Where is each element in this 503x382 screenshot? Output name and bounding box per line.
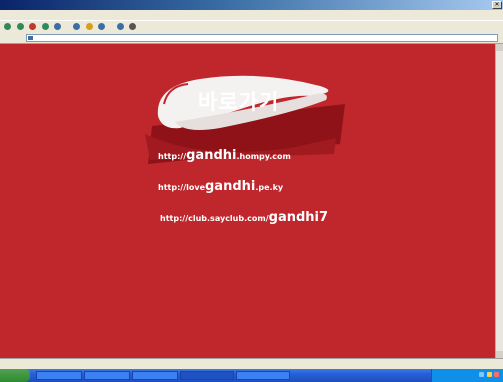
- url-prefix: http://love: [158, 183, 205, 192]
- start-button[interactable]: [0, 369, 30, 382]
- love-link[interactable]: http://lovegandhi.pe.ky: [158, 179, 284, 194]
- status-bar: [0, 358, 503, 369]
- page-content: 바로가기 http://gandhi.hompy.com http://love…: [0, 44, 495, 358]
- window-title-bar: ✕: [0, 0, 503, 10]
- address-bar: [0, 33, 503, 44]
- logo-banner: 바로가기: [140, 64, 355, 164]
- browser-screen: ✕ 바로가기 http://gandhi.hompy.com http://lo…: [0, 0, 503, 382]
- link-block-love: http://lovegandhi.pe.ky: [158, 179, 284, 194]
- mail-icon[interactable]: [116, 23, 124, 30]
- system-tray: [431, 369, 503, 382]
- search-icon[interactable]: [72, 23, 80, 30]
- url-prefix: http://: [158, 152, 187, 161]
- link-block-club: http://club.sayclub.com/gandhi7: [160, 210, 329, 225]
- forward-icon[interactable]: [16, 23, 24, 30]
- menu-bar: [0, 10, 503, 20]
- close-window-button[interactable]: ✕: [492, 1, 502, 9]
- print-icon[interactable]: [129, 23, 137, 30]
- url-prefix: http://club.sayclub.com/: [160, 214, 269, 223]
- back-icon[interactable]: [4, 23, 11, 30]
- volume-icon[interactable]: [486, 372, 492, 377]
- url-main: gandhi7: [268, 210, 329, 225]
- vertical-scrollbar[interactable]: [495, 44, 503, 358]
- link-block-hompy: http://gandhi.hompy.com: [158, 148, 291, 163]
- scroll-up-arrow[interactable]: [496, 44, 503, 51]
- network-icon[interactable]: [479, 372, 485, 377]
- taskbar-item[interactable]: [236, 371, 290, 380]
- taskbar-item[interactable]: [36, 371, 82, 380]
- taskbar: [0, 369, 503, 382]
- history-icon[interactable]: [98, 23, 106, 30]
- scroll-down-arrow[interactable]: [496, 351, 503, 358]
- browser-toolbar: [0, 20, 503, 33]
- favorites-icon[interactable]: [85, 23, 93, 30]
- taskbar-item-active[interactable]: [180, 371, 234, 380]
- refresh-icon[interactable]: [41, 23, 49, 30]
- url-suffix: .pe.ky: [255, 183, 284, 192]
- hompy-link[interactable]: http://gandhi.hompy.com: [158, 148, 291, 163]
- url-suffix: .hompy.com: [236, 152, 291, 161]
- home-icon[interactable]: [54, 23, 62, 30]
- taskbar-item[interactable]: [84, 371, 130, 380]
- taskbar-item[interactable]: [132, 371, 178, 380]
- url-main: gandhi: [186, 148, 237, 163]
- club-link[interactable]: http://club.sayclub.com/gandhi7: [160, 210, 329, 225]
- antivirus-icon[interactable]: [494, 372, 499, 377]
- logo-title: 바로가기: [198, 90, 280, 114]
- address-input[interactable]: [26, 34, 498, 42]
- url-main: gandhi: [205, 179, 256, 194]
- stop-icon[interactable]: [29, 23, 37, 30]
